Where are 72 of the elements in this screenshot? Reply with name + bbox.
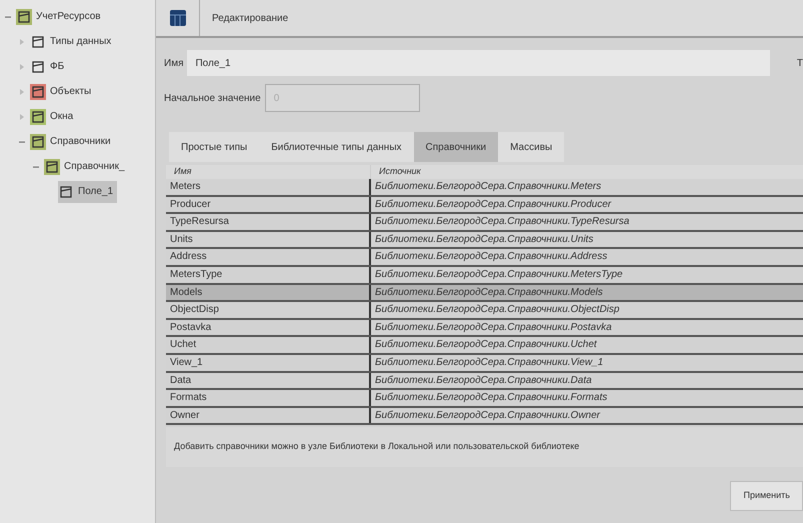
table-cell: Models xyxy=(166,284,371,300)
folder-icon xyxy=(30,34,46,50)
table-cell: TypeResursa xyxy=(166,214,371,230)
table-cell: Meters xyxy=(166,179,371,195)
table-cell: Postavka xyxy=(166,320,371,336)
table-cell-text: Библиотеки.БелгородСера.Справочники.Postavka xyxy=(374,320,613,335)
table-cell-text: Библиотеки.БелгородСера.Справочники.ObjectDisp xyxy=(374,303,620,318)
expand-icon[interactable] xyxy=(18,62,26,70)
table-row[interactable]: Units Библиотеки.БелгородСера.Справочники.Units xyxy=(166,232,803,250)
table-cell: ObjectDisp xyxy=(166,302,371,318)
table-cell-text: Библиотеки.БелгородСера.Справочники.Uchet xyxy=(374,338,598,352)
table-row[interactable]: Models Библиотеки.БелгородСера.Справочники.Models xyxy=(166,284,803,302)
table-cell-text: Библиотеки.БелгородСера.Справочники.Address xyxy=(374,250,608,264)
table-cell-text: Библиотеки.БелгородСера.Справочники.Models xyxy=(374,286,604,300)
expand-icon[interactable] xyxy=(18,38,26,46)
table-cell-text: Библиотеки.БелгородСера.Справочники.Formats xyxy=(374,391,608,406)
table-cell: Units xyxy=(166,232,371,248)
initial-value-label: Начальное значение xyxy=(164,92,261,106)
name-field[interactable]: Поле_1 xyxy=(187,50,770,76)
table-cell-text: Библиотеки.БелгородСера.Справочники.View_1 xyxy=(374,356,604,370)
table-cell: Data xyxy=(166,372,371,388)
objects-icon xyxy=(30,84,46,100)
folder-icon xyxy=(30,108,46,124)
header-title: Редактирование xyxy=(212,12,288,26)
tree-item[interactable]: Окна xyxy=(30,106,78,128)
tree-item[interactable]: Поле_1 xyxy=(58,180,118,202)
table-cell-text: Библиотеки.БелгородСера.Справочники.Data xyxy=(374,374,593,388)
table-cell: Formats xyxy=(166,390,371,406)
table-row[interactable]: Address Библиотеки.БелгородСера.Справочники.Address xyxy=(166,249,803,267)
hint-text: Добавить справочники можно в узле Библиотеки в Локальной или пользовательской библиотеке xyxy=(174,440,580,454)
table-cell: View_1 xyxy=(166,354,371,371)
table-cell: Owner xyxy=(166,408,371,424)
table-cell-text: Библиотеки.БелгородСера.Справочники.MetersType xyxy=(374,268,624,282)
table-cell-text: Библиотеки.БелгородСера.Справочники.Owner xyxy=(374,408,602,423)
table-row[interactable]: Uchet Библиотеки.БелгородСера.Справочники.Uchet xyxy=(166,337,803,355)
table-cell: Address xyxy=(166,249,371,265)
tree-item[interactable]: Справочники xyxy=(30,130,115,152)
tab[interactable]: Справочники xyxy=(414,132,498,162)
table-row[interactable]: ObjectDisp Библиотеки.БелгородСера.Справочники.ObjectDisp xyxy=(166,302,803,320)
table-row[interactable]: Producer Библиотеки.БелгородСера.Справочники.Producer xyxy=(166,196,803,214)
tab[interactable]: Простые типы xyxy=(169,132,260,162)
column-header[interactable]: Источник xyxy=(371,165,803,179)
folder-icon xyxy=(30,58,46,74)
tree-item[interactable]: Типы данных xyxy=(30,30,116,52)
field-icon xyxy=(58,184,74,200)
table-row[interactable]: Owner Библиотеки.БелгородСера.Справочники.Owner xyxy=(166,408,803,426)
table-cell: Uchet xyxy=(166,337,371,353)
table-row[interactable]: Formats Библиотеки.БелгородСера.Справочники.Formats xyxy=(166,390,803,408)
table-row[interactable]: TypeResursa Библиотеки.БелгородСера.Справочники.TypeResursa xyxy=(166,214,803,232)
grid-icon xyxy=(170,10,186,26)
tree-item[interactable]: Объекты xyxy=(30,80,96,102)
table-row[interactable]: MetersType Библиотеки.БелгородСера.Справочники.MetersType xyxy=(166,266,803,285)
table-cell-text: Библиотеки.БелгородСера.Справочники.TypeResursa xyxy=(374,215,630,230)
expand-icon[interactable] xyxy=(18,88,26,96)
table-cell: MetersType xyxy=(166,266,371,283)
table-row[interactable]: Postavka Библиотеки.БелгородСера.Справочники.Postavka xyxy=(166,320,803,338)
tab[interactable]: Массивы xyxy=(498,132,564,162)
table-row[interactable]: Meters Библиотеки.БелгородСера.Справочники.Meters xyxy=(166,179,803,197)
table-cell: Producer xyxy=(166,196,371,212)
expand-icon[interactable] xyxy=(18,112,26,120)
table-row[interactable]: Data Библиотеки.БелгородСера.Справочники.Data xyxy=(166,372,803,390)
type-label: Т xyxy=(796,56,803,70)
apply-button[interactable]: Применить xyxy=(730,481,803,511)
table-row[interactable]: View_1 Библиотеки.БелгородСера.Справочники.View_1 xyxy=(166,354,803,373)
tree-item[interactable]: УчетРесурсов xyxy=(16,6,105,28)
tree-item[interactable]: ФБ xyxy=(30,56,68,78)
name-label: Имя xyxy=(164,56,184,70)
table-cell-text: Библиотеки.БелгородСера.Справочники.Units xyxy=(374,232,594,247)
table-cell-text: Библиотеки.БелгородСера.Справочники.Meters xyxy=(374,180,602,194)
table-cell-text: Библиотеки.БелгородСера.Справочники.Producer xyxy=(374,198,612,212)
tree-item[interactable]: Справочник_ xyxy=(44,156,129,178)
tab[interactable]: Библиотечные типы данных xyxy=(259,132,414,162)
